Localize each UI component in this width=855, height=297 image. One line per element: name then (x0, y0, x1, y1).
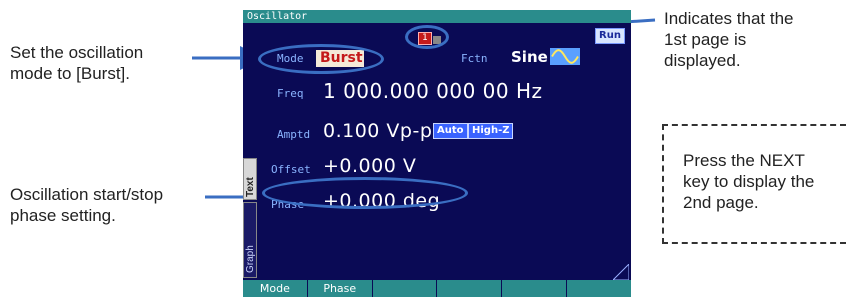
next-annotation-line3: 2nd page. (683, 193, 759, 212)
amptd-label: Amptd (277, 128, 311, 141)
sine-wave-icon (550, 48, 580, 65)
freq-label: Freq (277, 87, 304, 100)
offset-label: Offset (271, 163, 311, 176)
run-badge: Run (595, 28, 625, 44)
softkey-phase[interactable]: Phase (308, 280, 373, 297)
page-annotation-line3: displayed. (664, 51, 741, 70)
screen-title: Oscillator (243, 10, 631, 23)
phase-annotation-line2: phase setting. (10, 206, 116, 225)
fctn-label: Fctn (461, 52, 488, 65)
softkey-mode[interactable]: Mode (243, 280, 308, 297)
mode-annotation-line2: mode to [Burst]. (10, 64, 130, 83)
phase-annotation: Oscillation start/stop phase setting. (10, 184, 163, 226)
side-tab-graph[interactable]: Graph (243, 202, 257, 278)
phase-highlight-ellipse (262, 177, 468, 209)
softkey-5[interactable] (502, 280, 568, 297)
side-tab-text-label: Text (245, 177, 256, 197)
offset-value[interactable]: +0.000 V (323, 155, 416, 177)
side-tab-text[interactable]: Text (243, 158, 257, 200)
page-annotation-line1: Indicates that the (664, 9, 794, 28)
next-annotation-line2: key to display the (683, 172, 815, 191)
auto-badge[interactable]: Auto (433, 123, 468, 139)
freq-value[interactable]: 1 000.000 000 00 Hz (323, 79, 543, 103)
phase-annotation-line1: Oscillation start/stop (10, 185, 164, 204)
next-annotation-line1: Press the NEXT (683, 151, 805, 170)
page-corner-icon (613, 264, 629, 280)
page-annotation-line2: 1st page is (664, 30, 747, 49)
page-annotation: Indicates that the 1st page is displayed… (664, 8, 793, 71)
next-annotation: Press the NEXT key to display the 2nd pa… (683, 150, 814, 213)
softkey-3[interactable] (373, 280, 438, 297)
softkey-6[interactable] (567, 280, 631, 297)
fctn-value[interactable]: Sine (511, 48, 548, 66)
page-indicator-highlight-ellipse (405, 25, 449, 49)
mode-highlight-ellipse (258, 44, 384, 74)
softkey-4[interactable] (437, 280, 503, 297)
softkey-bar: Mode Phase (243, 280, 631, 297)
mode-annotation-line1: Set the oscillation (10, 43, 144, 62)
amptd-value[interactable]: 0.100 Vp-p (323, 120, 432, 142)
mode-annotation: Set the oscillation mode to [Burst]. (10, 42, 143, 84)
side-tab-graph-label: Graph (245, 245, 256, 273)
high-z-badge[interactable]: High-Z (468, 123, 514, 139)
